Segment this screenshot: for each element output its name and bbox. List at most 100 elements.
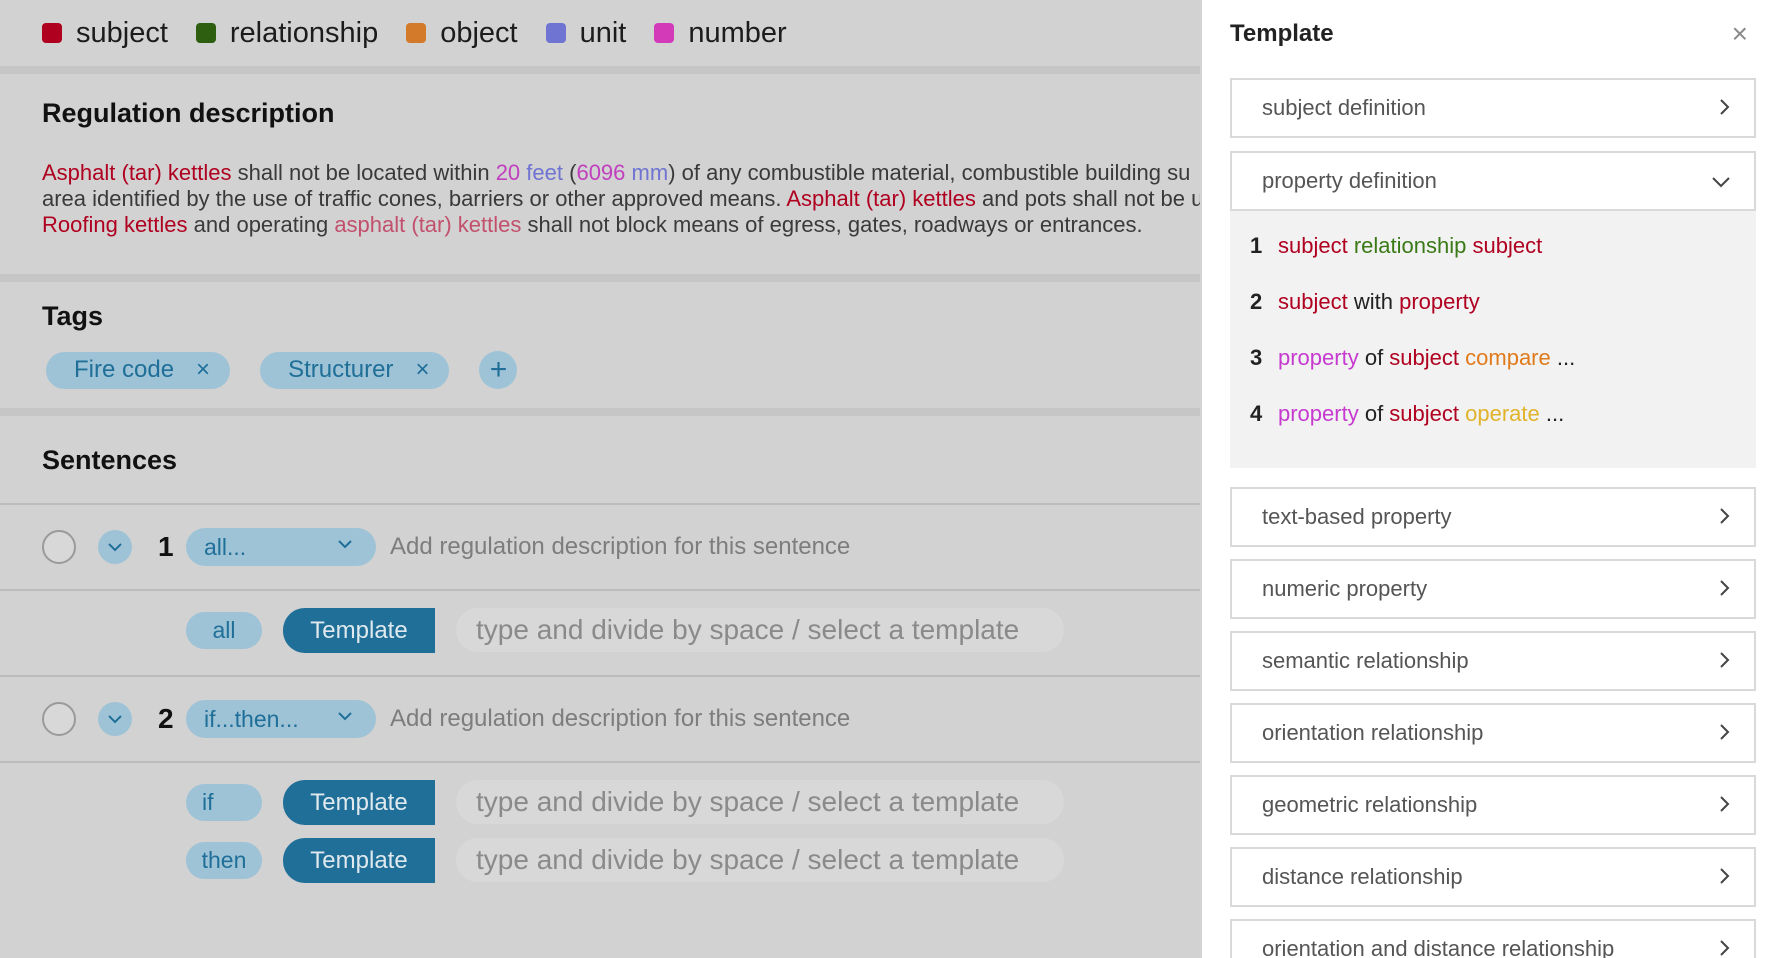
template-text: subject with property xyxy=(1278,289,1480,315)
clause-keyword-if[interactable]: if xyxy=(186,784,262,821)
sentence-type-select[interactable]: if...then... xyxy=(186,700,376,738)
section-orientation-relationship[interactable]: orientation relationship xyxy=(1230,703,1756,763)
section-label: orientation and distance relationship xyxy=(1262,936,1615,958)
legend-swatch xyxy=(42,23,62,43)
legend-label: number xyxy=(688,16,787,49)
close-icon[interactable]: × xyxy=(1732,20,1748,48)
legend-swatch xyxy=(406,23,427,43)
template-token: of xyxy=(1358,345,1390,370)
chevron-down-icon xyxy=(1712,168,1730,194)
number-token: 20 xyxy=(495,160,521,185)
sentence-description-input[interactable]: Add regulation description for this sent… xyxy=(390,533,850,561)
legend-item-unit: unit xyxy=(545,16,627,50)
subject-token: Asphalt (tar) kettles xyxy=(42,160,232,185)
template-button[interactable]: Template xyxy=(283,608,435,653)
template-button[interactable]: Template xyxy=(283,838,435,883)
subject-token: asphalt (tar) kettles xyxy=(334,212,522,237)
add-tag-button[interactable]: + xyxy=(479,351,518,389)
sentences-title: Sentences xyxy=(42,445,178,475)
legend-swatch xyxy=(654,23,675,43)
section-divider xyxy=(0,66,1200,74)
template-option[interactable]: 2 subject with property xyxy=(1250,289,1480,315)
plain-text: and operating xyxy=(187,212,335,237)
template-text: subject relationship subject xyxy=(1278,233,1542,259)
main-content: subject relationship object unit number … xyxy=(0,0,1200,958)
row-divider xyxy=(0,761,1200,763)
chevron-right-icon xyxy=(1720,864,1730,890)
panel-title: Template xyxy=(1230,20,1334,47)
template-button[interactable]: Template xyxy=(283,780,435,825)
chevron-right-icon xyxy=(1720,95,1730,121)
tag-list: Fire code × Structurer × + xyxy=(46,351,518,389)
section-label: geometric relationship xyxy=(1262,792,1478,817)
chevron-right-icon xyxy=(1720,792,1730,818)
clause-input[interactable]: type and divide by space / select a temp… xyxy=(456,838,1064,882)
chevron-right-icon xyxy=(1720,504,1730,530)
section-geometric-relationship[interactable]: geometric relationship xyxy=(1230,775,1756,835)
legend-swatch xyxy=(545,23,566,43)
expand-sentence-button[interactable] xyxy=(98,530,132,564)
template-option[interactable]: 1 subject relationship subject xyxy=(1250,233,1542,259)
template-token: property xyxy=(1278,401,1359,426)
close-icon[interactable]: × xyxy=(196,358,210,382)
sentence-description-input[interactable]: Add regulation description for this sent… xyxy=(390,705,850,733)
property-template-list: 1 subject relationship subject 2 subject w… xyxy=(1230,211,1756,468)
legend-item-number: number xyxy=(654,16,787,50)
section-label: orientation relationship xyxy=(1262,720,1484,745)
sentence-select-radio[interactable] xyxy=(42,702,76,736)
template-token: subject xyxy=(1472,233,1543,258)
sentence-type-select[interactable]: all... xyxy=(186,528,376,566)
description-line: Asphalt (tar) kettles shall not be locat… xyxy=(42,160,1200,186)
tag-chip[interactable]: Fire code × xyxy=(46,351,231,389)
sentence-row: 2 if...then... Add regulation descriptio… xyxy=(0,677,1200,761)
unit-token: mm xyxy=(631,160,669,185)
close-icon[interactable]: × xyxy=(415,358,429,382)
legend-label: object xyxy=(440,16,518,49)
section-orientation-and-distance-relationship[interactable]: orientation and distance relationship xyxy=(1230,919,1756,958)
template-token: subject xyxy=(1389,401,1460,426)
template-option[interactable]: 3 property of subject compare ... xyxy=(1250,345,1575,371)
section-property-definition[interactable]: property definition xyxy=(1230,151,1756,211)
plain-text: ) of any combustible material, combustib… xyxy=(668,160,1191,185)
sentence-number: 2 xyxy=(158,703,174,734)
plain-text: and pots shall not be u xyxy=(975,186,1200,211)
expand-sentence-button[interactable] xyxy=(98,702,132,736)
section-numeric-property[interactable]: numeric property xyxy=(1230,559,1756,619)
template-token: ... xyxy=(1550,345,1576,370)
template-token: operate xyxy=(1465,401,1540,426)
regulation-description[interactable]: Asphalt (tar) kettles shall not be locat… xyxy=(42,160,1200,238)
section-label: subject definition xyxy=(1262,95,1426,120)
legend-item-subject: subject xyxy=(42,17,168,50)
row-divider xyxy=(0,589,1200,591)
template-text: property of subject operate ... xyxy=(1278,401,1564,427)
section-distance-relationship[interactable]: distance relationship xyxy=(1230,847,1756,907)
template-option[interactable]: 4 property of subject operate ... xyxy=(1250,401,1564,427)
sentence-type-value: all... xyxy=(204,533,247,560)
clause-keyword-all[interactable]: all xyxy=(186,612,262,649)
chevron-right-icon xyxy=(1720,936,1730,958)
section-text-based-property[interactable]: text-based property xyxy=(1230,487,1756,547)
sentence-select-radio[interactable] xyxy=(42,530,76,564)
template-index: 1 xyxy=(1250,233,1263,258)
template-token: relationship xyxy=(1353,233,1467,258)
section-label: distance relationship xyxy=(1262,864,1463,889)
legend-label: unit xyxy=(579,16,627,49)
description-line: area identified by the use of traffic co… xyxy=(42,186,1200,212)
section-semantic-relationship[interactable]: semantic relationship xyxy=(1230,631,1756,691)
section-label: property definition xyxy=(1262,168,1437,193)
template-token: property xyxy=(1399,289,1480,314)
sentence-number: 1 xyxy=(158,531,174,562)
chevron-down-icon xyxy=(108,714,122,723)
chevron-down-icon xyxy=(338,540,352,549)
section-divider xyxy=(0,408,1200,416)
clause-input[interactable]: type and divide by space / select a temp… xyxy=(456,780,1064,824)
plain-text: ( xyxy=(563,160,577,185)
clause-input[interactable]: type and divide by space / select a temp… xyxy=(456,608,1064,652)
template-token: subject xyxy=(1278,289,1348,314)
chevron-down-icon xyxy=(338,712,352,721)
section-subject-definition[interactable]: subject definition xyxy=(1230,78,1756,138)
legend-swatch xyxy=(195,23,216,43)
template-index: 2 xyxy=(1250,289,1263,314)
tag-chip[interactable]: Structurer × xyxy=(260,351,450,389)
clause-keyword-then[interactable]: then xyxy=(186,842,262,879)
